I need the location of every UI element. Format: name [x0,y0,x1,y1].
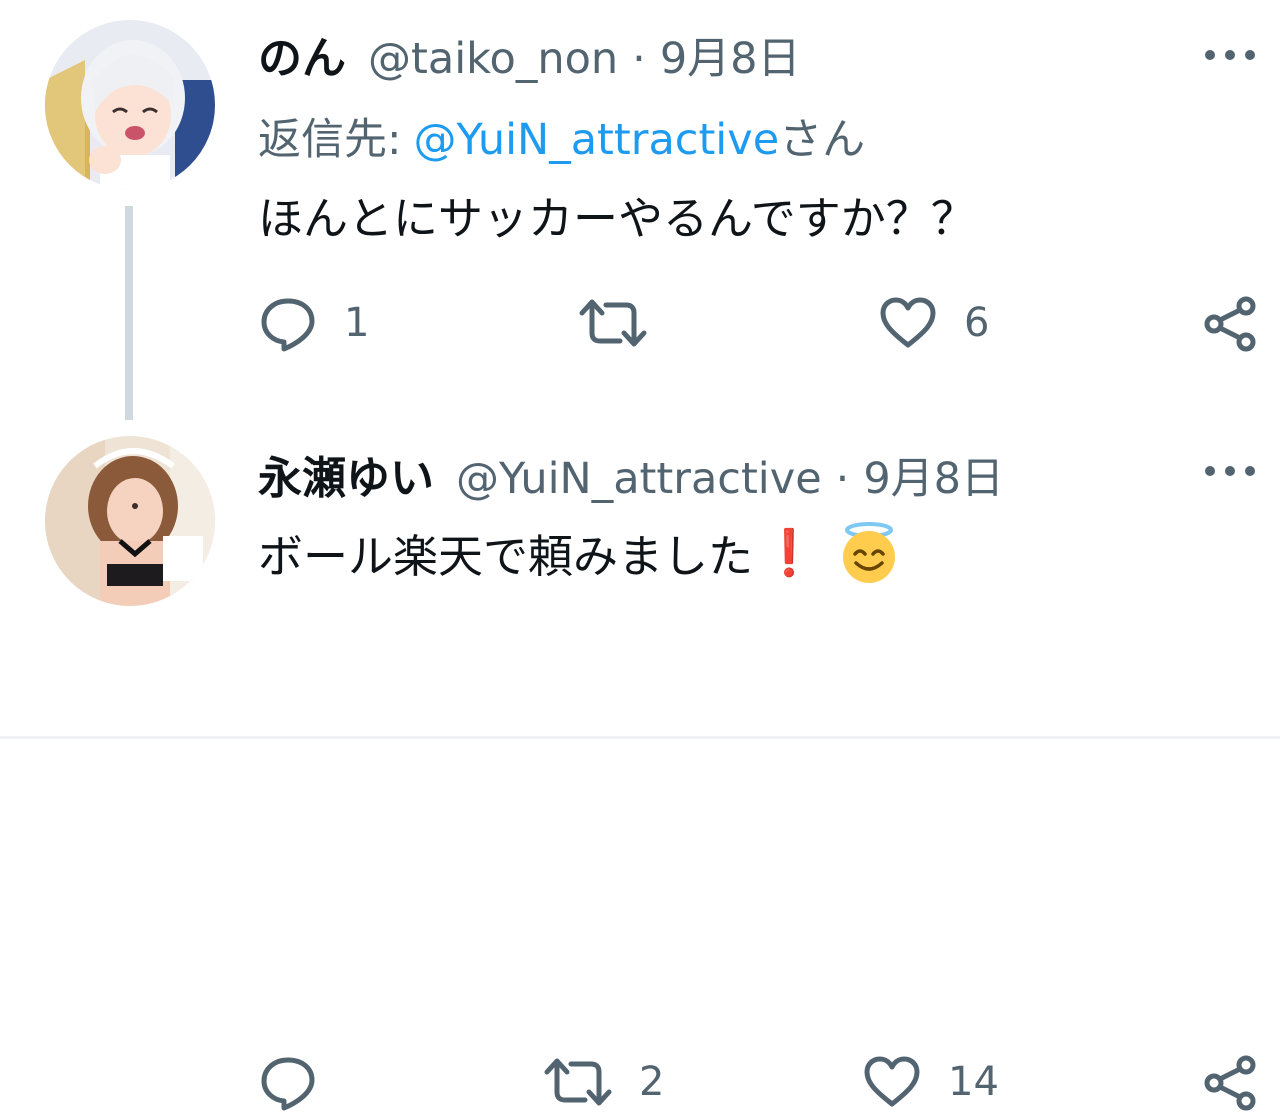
separator: · [835,454,850,504]
reply-button[interactable] [258,1047,344,1117]
retweet-button[interactable] [578,288,674,358]
reply-suffix: さん [779,115,866,165]
reply-icon [261,298,315,352]
heart-icon [864,1056,920,1107]
reply-prefix: 返信先: [258,115,402,165]
tweet-text: ほんとにサッカーやるんですか？？ [258,192,976,245]
like-count: 6 [964,300,990,346]
avatar[interactable] [45,20,215,190]
exclamation-emoji: ❗ [761,526,818,579]
more-options-icon[interactable] [1205,461,1255,481]
like-count: 14 [948,1059,999,1105]
handle[interactable]: @YuiN_attractive [456,454,822,504]
tweet-text-row: ボール楽天で頼みました ❗ [258,520,901,585]
share-icon [1204,296,1256,352]
action-bar: 2 14 [0,1047,1280,1117]
share-icon [1204,1055,1256,1111]
reply-context: 返信先: @YuiN_attractiveさん [258,105,865,167]
separator: · [632,34,646,84]
reply-button[interactable]: 1 [258,288,369,358]
reply-icon [261,1057,315,1111]
tweet-text: ボール楽天で頼みました [258,530,754,583]
like-button[interactable]: 14 [862,1047,999,1117]
retweet-button[interactable]: 2 [543,1047,664,1117]
display-name[interactable]: 永瀬ゆい [258,442,434,506]
reply-count: 1 [344,300,370,346]
display-name[interactable]: のん [258,22,346,86]
timestamp[interactable]: 9月8日 [863,444,1004,506]
handle[interactable]: @taiko_non [368,34,618,84]
retweet-icon [544,1058,612,1106]
like-button[interactable]: 6 [878,288,989,358]
reply-mention[interactable]: @YuiN_attractive [414,115,780,165]
user-photo-avatar-image [45,436,215,606]
share-button[interactable] [1200,1047,1260,1117]
tweet[interactable]: のん @taiko_non · 9月8日 返信先: @YuiN_attractiv… [0,0,1280,420]
more-options-icon[interactable] [1205,45,1255,65]
timestamp[interactable]: 9月8日 [660,24,801,86]
smiling-face-with-halo-icon [843,521,896,583]
avatar[interactable] [45,436,215,606]
tweet-header: のん @taiko_non · 9月8日 [258,22,801,84]
action-bar: 1 6 [0,288,1280,358]
anime-girl-avatar-image [45,20,215,190]
share-button[interactable] [1200,288,1260,358]
retweet-icon [579,299,647,347]
tweet-header: 永瀬ゆい @YuiN_attractive · 9月8日 [258,442,1004,504]
heart-icon [880,297,936,348]
retweet-count: 2 [639,1059,665,1105]
